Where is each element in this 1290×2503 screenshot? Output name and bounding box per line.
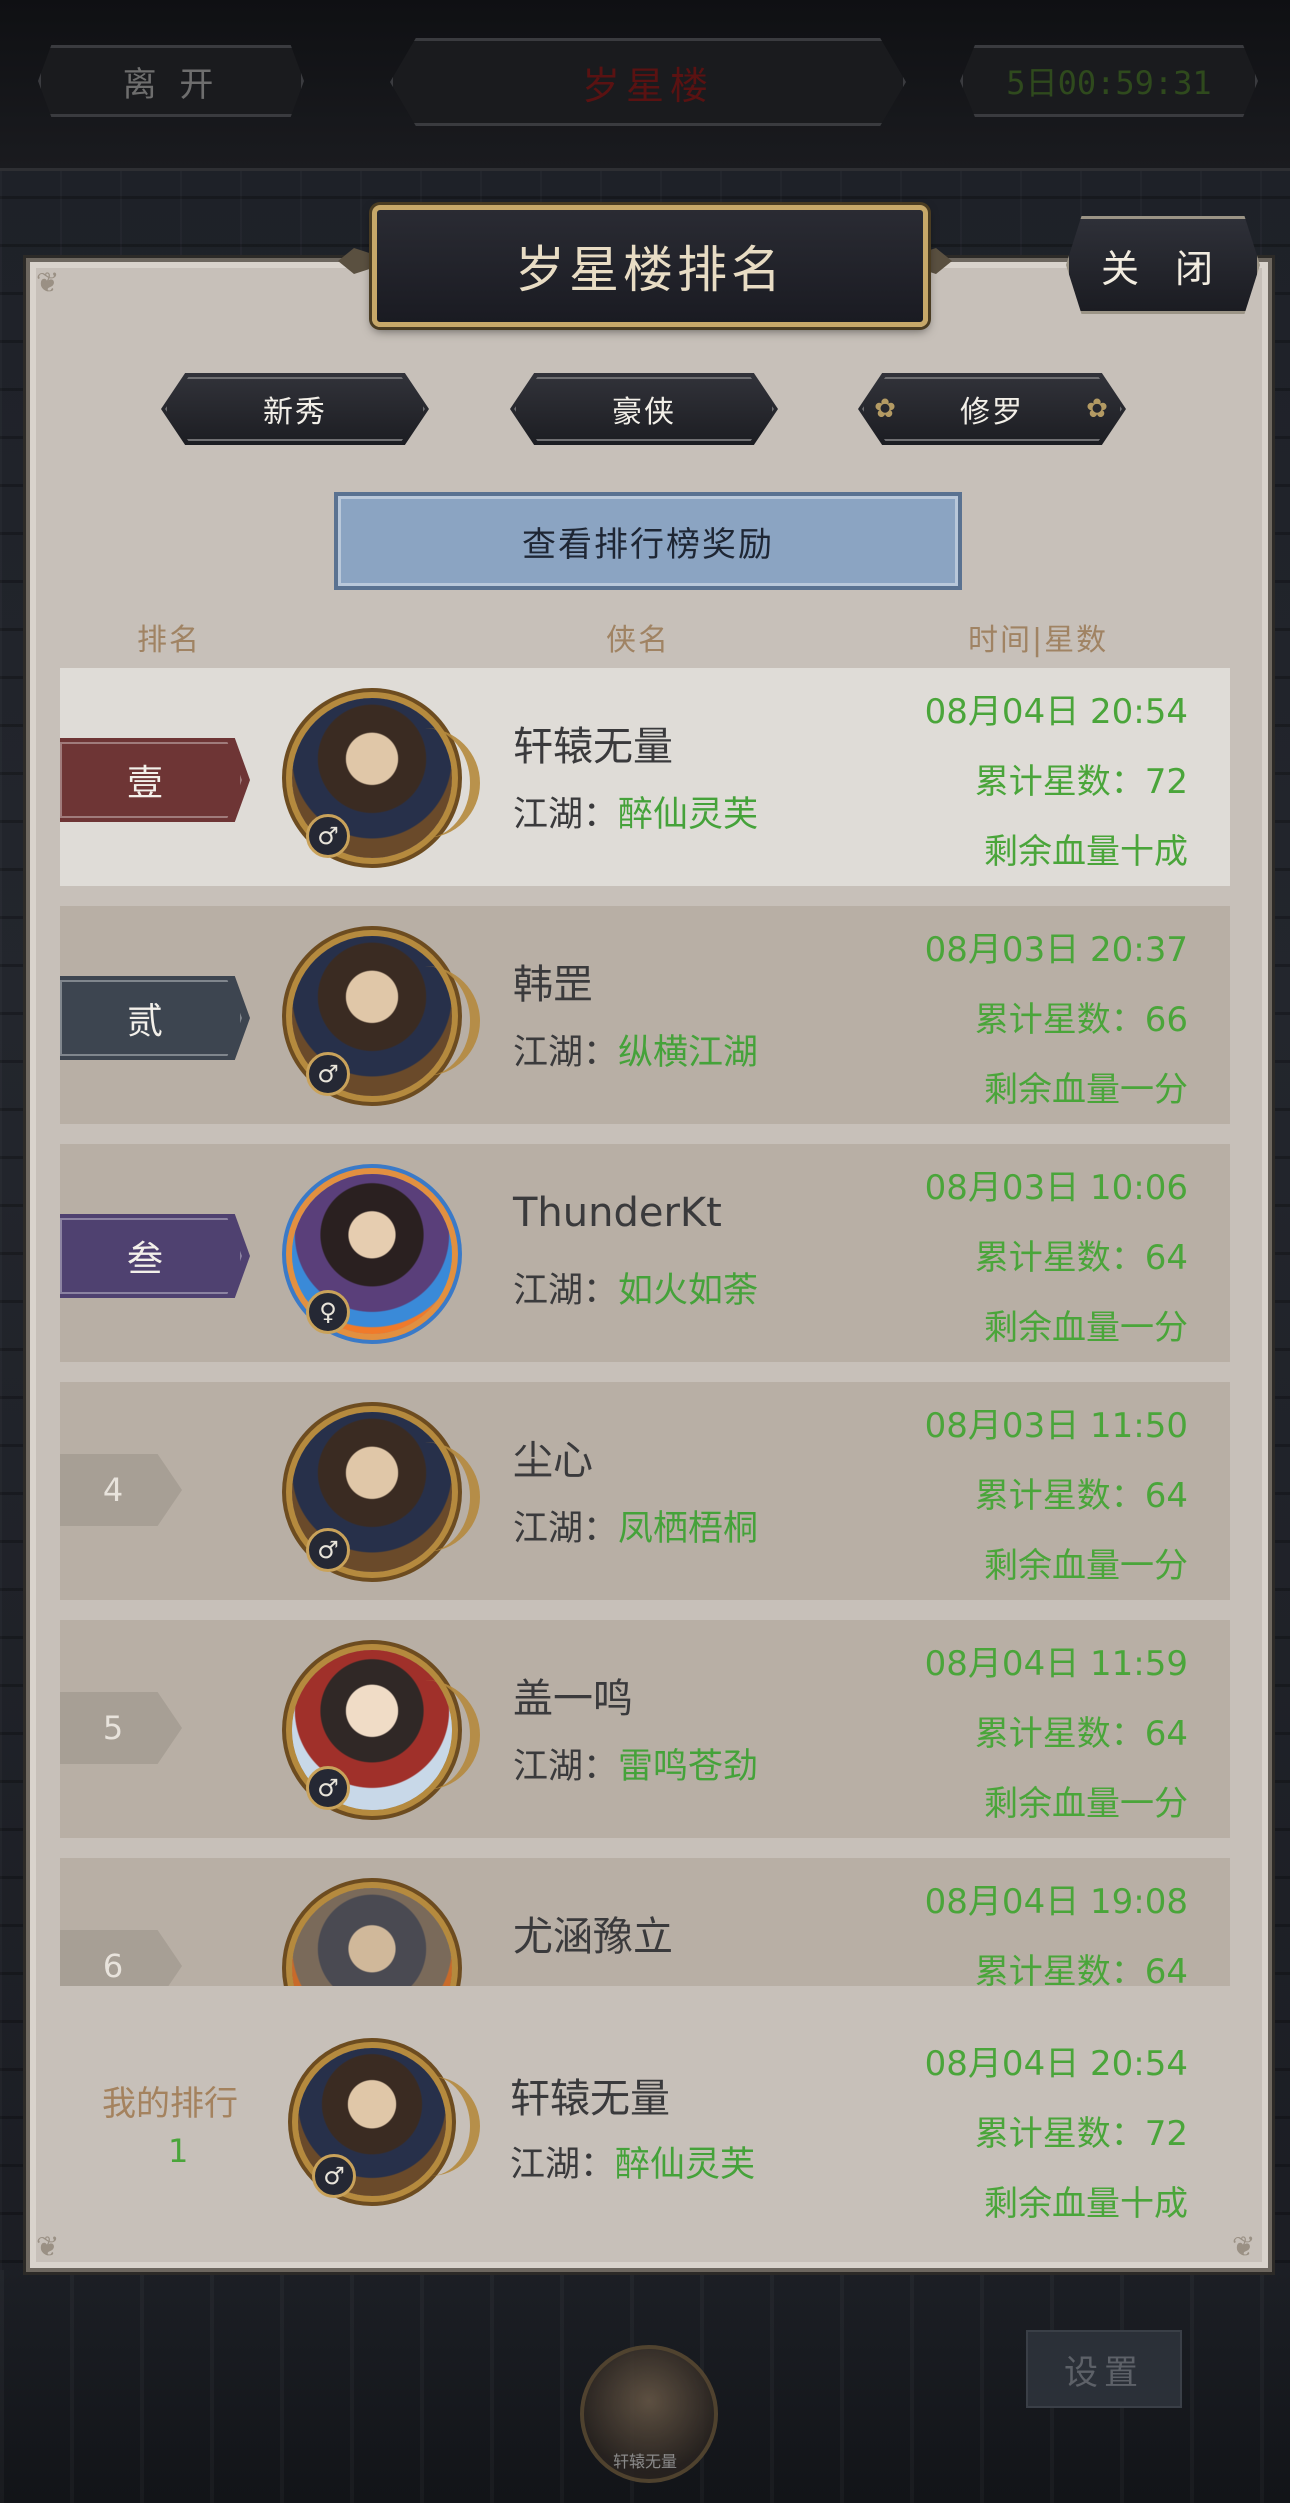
player-name: ThunderKt — [513, 1190, 722, 1236]
star-count: 累计星数：64 — [974, 1714, 1188, 1754]
guild-name: 凤栖梧桐 — [618, 1509, 759, 1549]
table-row[interactable]: 叁 ♀ ThunderKt 江湖：如火如荼 08月03日 10:06 累计星数：… — [60, 1144, 1230, 1362]
player-name: 尤涵豫立 — [513, 1914, 673, 1960]
top-bar: 离 开 岁星楼 5日00:59:31 — [0, 0, 1290, 171]
tab-haoxia[interactable]: 豪侠 — [510, 373, 778, 445]
table-row[interactable]: 6 尤涵豫立 08月04日 19:08 累计星数：64 — [60, 1858, 1230, 1986]
rank-badge: 4 — [60, 1454, 182, 1526]
flower-icon: ✿ — [1086, 394, 1110, 424]
table-row[interactable]: 4 ♂ 尘心 江湖：凤栖梧桐 08月03日 11:50 累计星数：64 剩余血量… — [60, 1382, 1230, 1600]
remaining-hp: 剩余血量十成 — [984, 2184, 1188, 2224]
table-row[interactable]: 壹 ♂ 轩辕无量 江湖：醉仙灵芙 08月04日 20:54 累计星数：72 剩余… — [60, 668, 1230, 886]
view-rewards-button[interactable]: 查看排行榜奖励 — [334, 492, 962, 590]
avatar-frame-ornament — [410, 1680, 480, 1790]
remaining-hp: 剩余血量一分 — [984, 1308, 1188, 1348]
finish-time: 08月03日 20:37 — [924, 930, 1188, 970]
male-icon: ♂ — [306, 1528, 350, 1572]
close-button[interactable]: 关 闭 — [1066, 216, 1260, 314]
guild-name: 如火如荼 — [618, 1271, 759, 1311]
star-count: 累计星数：64 — [974, 1952, 1188, 1986]
rank-badge: 壹 — [60, 738, 250, 822]
star-count: 累计星数：72 — [974, 2114, 1188, 2154]
tab-label: 修罗 — [960, 395, 1024, 430]
table-row[interactable]: 贰 ♂ 韩罡 江湖：纵横江湖 08月03日 20:37 累计星数：66 剩余血量… — [60, 906, 1230, 1124]
player-name: 韩罡 — [513, 962, 593, 1008]
player-avatar-name: 轩辕无量 — [612, 2452, 677, 2471]
my-rank-label: 我的排行 — [102, 2084, 238, 2124]
rank-badge: 叁 — [60, 1214, 250, 1298]
guild-line: 江湖：醉仙灵芙 — [510, 2145, 756, 2185]
finish-time: 08月03日 10:06 — [924, 1168, 1188, 1208]
countdown-timer: 5日00:59:31 — [960, 45, 1258, 117]
my-ranking-row: 我的排行 1 ♂ 轩辕无量 江湖：醉仙灵芙 08月04日 20:54 累计星数：… — [60, 1986, 1230, 2238]
player-avatar[interactable] — [292, 1888, 452, 1986]
leave-button[interactable]: 离 开 — [38, 45, 304, 117]
settings-button[interactable]: 设置 — [1026, 2330, 1182, 2408]
tab-label: 豪侠 — [612, 395, 676, 430]
rank-badge: 6 — [60, 1930, 182, 1986]
panel-title: 岁星楼排名 — [372, 205, 928, 327]
guild-line: 江湖：如火如荼 — [513, 1271, 759, 1311]
my-rank-value: 1 — [168, 2132, 189, 2170]
avatar-frame-ornament — [410, 1442, 480, 1552]
male-icon: ♂ — [306, 814, 350, 858]
tab-xiuluo[interactable]: ✿ 修罗 ✿ — [858, 373, 1126, 445]
male-icon: ♂ — [306, 1052, 350, 1096]
avatar-frame-ornament — [410, 728, 480, 838]
remaining-hp: 剩余血量十成 — [984, 832, 1188, 872]
finish-time: 08月03日 11:50 — [924, 1406, 1188, 1446]
guild-name: 雷鸣苍劲 — [618, 1747, 759, 1787]
corner-ornament: ❦ — [36, 266, 60, 299]
avatar-frame-ornament — [410, 2076, 480, 2176]
guild-line: 江湖：醉仙灵芙 — [513, 795, 759, 835]
remaining-hp: 剩余血量一分 — [984, 1546, 1188, 1586]
remaining-hp: 剩余血量一分 — [984, 1070, 1188, 1110]
player-name: 尘心 — [513, 1438, 593, 1484]
remaining-hp: 剩余血量一分 — [984, 1784, 1188, 1824]
guild-name: 纵横江湖 — [618, 1033, 759, 1073]
star-count: 累计星数：64 — [974, 1238, 1188, 1278]
tab-xinxiu[interactable]: 新秀 — [161, 373, 429, 445]
male-icon: ♂ — [312, 2154, 356, 2198]
guild-line: 江湖：凤栖梧桐 — [513, 1509, 759, 1549]
male-icon: ♂ — [306, 1766, 350, 1810]
finish-time: 08月04日 20:54 — [924, 2044, 1188, 2084]
player-name: 轩辕无量 — [513, 724, 673, 770]
flower-icon: ✿ — [874, 394, 898, 424]
star-count: 累计星数：64 — [974, 1476, 1188, 1516]
rank-badge: 贰 — [60, 976, 250, 1060]
guild-name: 醉仙灵芙 — [615, 2145, 756, 2185]
player-name: 盖一鸣 — [513, 1676, 633, 1722]
player-name: 轩辕无量 — [510, 2076, 670, 2122]
avatar-frame-ornament — [410, 966, 480, 1076]
star-count: 累计星数：66 — [974, 1000, 1188, 1040]
guild-name: 醉仙灵芙 — [618, 795, 759, 835]
finish-time: 08月04日 19:08 — [924, 1882, 1188, 1922]
rank-badge: 5 — [60, 1692, 182, 1764]
finish-time: 08月04日 20:54 — [924, 692, 1188, 732]
finish-time: 08月04日 11:59 — [924, 1644, 1188, 1684]
guild-line: 江湖：雷鸣苍劲 — [513, 1747, 759, 1787]
table-row[interactable]: 5 ♂ 盖一鸣 江湖：雷鸣苍劲 08月04日 11:59 累计星数：64 剩余血… — [60, 1620, 1230, 1838]
corner-ornament: ❦ — [1232, 2230, 1256, 2263]
location-title: 岁星楼 — [390, 38, 906, 126]
guild-line: 江湖：纵横江湖 — [513, 1033, 759, 1073]
column-header-time: 时间|星数 — [968, 623, 1109, 658]
column-header-name: 侠名 — [606, 623, 670, 658]
tab-label: 新秀 — [263, 395, 327, 430]
column-header-rank: 排名 — [137, 623, 201, 658]
star-count: 累计星数：72 — [974, 762, 1188, 802]
ranking-list[interactable]: 壹 ♂ 轩辕无量 江湖：醉仙灵芙 08月04日 20:54 累计星数：72 剩余… — [60, 668, 1230, 1986]
female-icon: ♀ — [306, 1290, 350, 1334]
